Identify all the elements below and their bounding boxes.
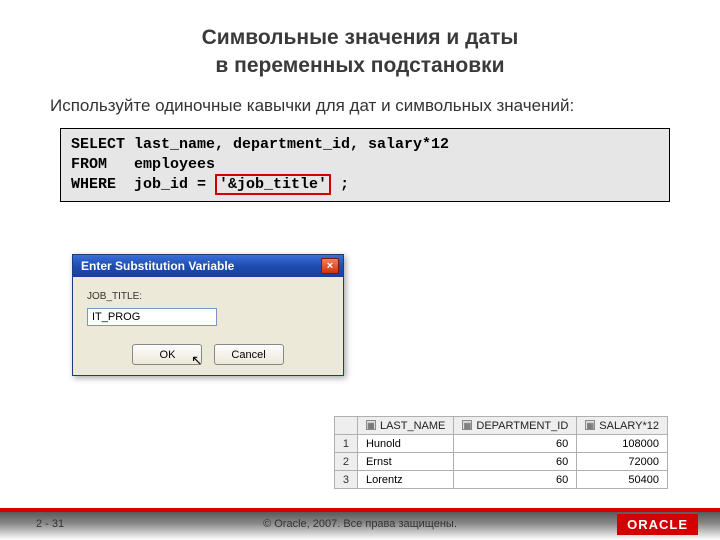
instruction-text: Используйте одиночные кавычки для дат и … [0, 81, 720, 124]
copyright-text: © Oracle, 2007. Все права защищены. [0, 512, 720, 530]
table-row: 2 Ernst 60 72000 [334, 453, 667, 471]
table-row: 3 Lorentz 60 50400 [334, 471, 667, 489]
sql-code-block: SELECT last_name, department_id, salary*… [60, 128, 670, 203]
dialog-field-label: JOB_TITLE: [87, 291, 329, 302]
oracle-logo: ORACLE [617, 514, 698, 535]
code-line1: SELECT last_name, department_id, salary*… [71, 136, 449, 153]
col-last-name: ▦LAST_NAME [357, 417, 453, 435]
col-salary: ▦SALARY*12 [577, 417, 668, 435]
row-header-blank [334, 417, 357, 435]
dialog-title: Enter Substitution Variable [81, 259, 234, 273]
ok-button[interactable]: OK [132, 344, 202, 365]
col-dept-id: ▦DEPARTMENT_ID [454, 417, 577, 435]
column-icon: ▦ [585, 420, 595, 430]
job-title-input[interactable] [87, 308, 217, 326]
cancel-button[interactable]: Cancel [214, 344, 284, 365]
column-icon: ▦ [462, 420, 472, 430]
code-highlight: '&job_title' [215, 174, 331, 195]
page-number: 2 - 31 [36, 518, 64, 530]
table-row: 1 Hunold 60 108000 [334, 435, 667, 453]
slide-title: Символьные значения и даты в переменных … [0, 0, 720, 81]
column-icon: ▦ [366, 420, 376, 430]
code-line3b: ; [331, 176, 349, 193]
close-button[interactable]: × [321, 258, 339, 274]
dialog-titlebar: Enter Substitution Variable × [73, 255, 343, 277]
code-line2: FROM employees [71, 156, 215, 173]
substitution-dialog: Enter Substitution Variable × JOB_TITLE:… [72, 254, 344, 376]
title-line2: в переменных подстановки [215, 54, 504, 77]
result-table: ▦LAST_NAME ▦DEPARTMENT_ID ▦SALARY*12 1 H… [334, 416, 668, 489]
code-line3a: WHERE job_id = [71, 176, 215, 193]
footer: 2 - 31 © Oracle, 2007. Все права защищен… [0, 508, 720, 540]
title-line1: Символьные значения и даты [202, 26, 519, 49]
